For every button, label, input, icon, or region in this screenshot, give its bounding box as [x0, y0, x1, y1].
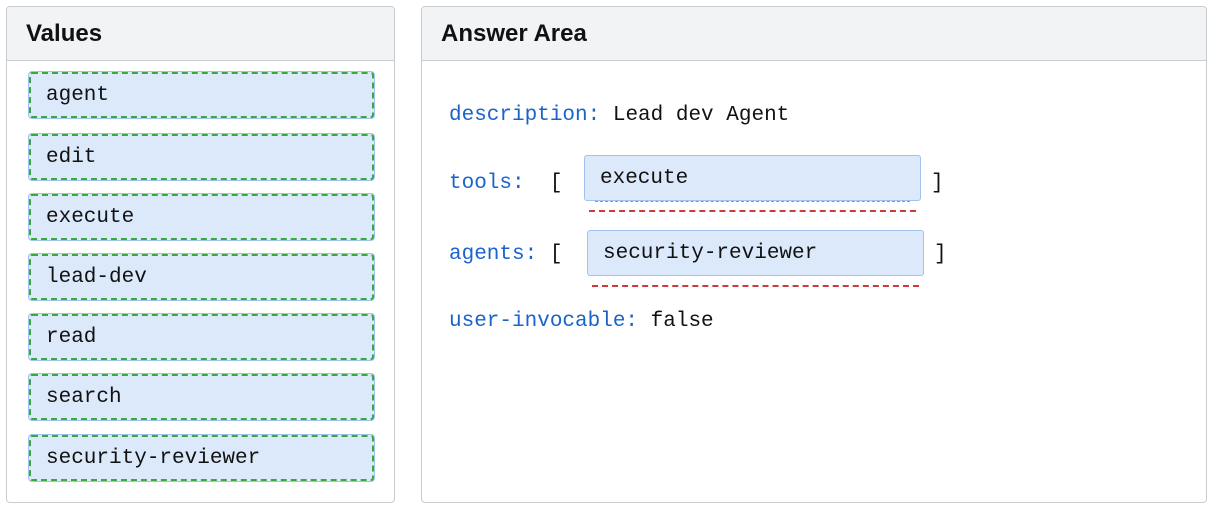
value-item-security-reviewer[interactable]: security-reviewer: [28, 434, 375, 482]
agents-key: agents:: [449, 243, 538, 266]
description-line: description: Lead dev Agent: [449, 104, 789, 127]
value-item-edit[interactable]: edit: [28, 133, 375, 181]
tools-close-line: ]: [931, 172, 944, 195]
answer-area-title: Answer Area: [422, 7, 1206, 61]
value-item-agent[interactable]: agent: [28, 71, 375, 119]
values-panel: Values agent edit execute lead-dev read …: [6, 6, 395, 503]
value-item-read[interactable]: read: [28, 313, 375, 361]
user-invocable-value: false: [650, 310, 714, 333]
description-value: Lead dev Agent: [612, 104, 790, 127]
tools-line: tools: [: [449, 172, 562, 195]
agents-drop-slot[interactable]: security-reviewer: [587, 230, 924, 287]
agents-close-line: ]: [934, 243, 947, 266]
values-list: agent edit execute lead-dev read search …: [7, 7, 394, 502]
user-invocable-line: user-invocable: false: [449, 310, 714, 333]
agents-open-bracket: [: [549, 243, 563, 266]
tools-key: tools:: [449, 172, 525, 195]
tools-open-bracket: [: [549, 172, 563, 195]
answer-area-panel: Answer Area description: Lead dev Agent …: [421, 6, 1207, 503]
user-invocable-key: user-invocable:: [449, 310, 639, 333]
tools-close-bracket: ]: [931, 172, 944, 195]
value-item-lead-dev[interactable]: lead-dev: [28, 253, 375, 301]
drag-drop-question: Values agent edit execute lead-dev read …: [0, 0, 1212, 511]
agents-close-bracket: ]: [934, 243, 947, 266]
agents-line: agents: [: [449, 243, 562, 266]
tools-drop-slot[interactable]: execute: [584, 155, 921, 212]
value-item-search[interactable]: search: [28, 373, 375, 421]
value-item-execute[interactable]: execute: [28, 193, 375, 241]
description-key: description:: [449, 104, 601, 127]
